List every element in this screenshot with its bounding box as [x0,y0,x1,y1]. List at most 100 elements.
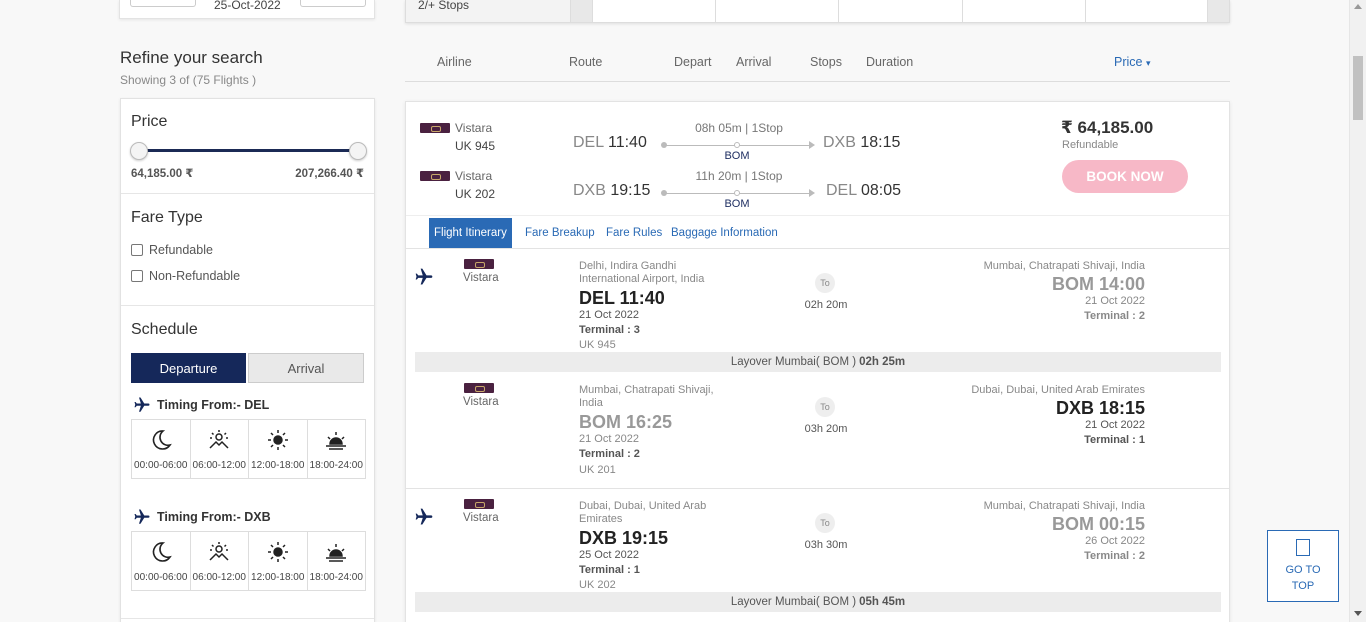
slot-morning[interactable]: 06:00-12:00 [191,532,249,590]
flight-number: UK 201 [579,464,616,476]
moon-icon [152,430,172,450]
go-to-top-button[interactable]: GO TO TOP [1267,530,1339,602]
timing-group-dxb: Timing From:- DXB [133,508,271,526]
tab-flight-itinerary[interactable]: Flight Itinerary [429,218,512,248]
price-min: 64,185.00 ₹ [131,168,194,180]
vistara-logo-icon [464,499,494,509]
slot-evening[interactable]: 18:00-24:00 [308,420,366,478]
layover-bar: Layover Mumbai( BOM ) 02h 25m [415,352,1221,372]
leg-separator [406,488,1229,489]
sort-arrival[interactable]: Arrival [736,55,771,69]
timing-group-del: Timing From:- DEL [133,396,269,414]
scroll-up-icon[interactable] [1354,4,1362,9]
tab-fare-rules[interactable]: Fare Rules [606,218,662,248]
to-time: DXB 18:15 [1055,398,1145,418]
matrix-cell[interactable] [1085,0,1209,22]
divider [121,193,374,194]
leg-duration: 02h 20m [804,299,848,311]
vertical-scrollbar[interactable] [1349,0,1366,622]
timing-slots-del: 00:00-06:00 06:00-12:00 12:00-18:00 18:0… [131,419,366,479]
sort-airline[interactable]: Airline [437,55,472,69]
matrix-cell[interactable] [715,0,838,22]
price-max: 207,266.40 ₹ [295,168,364,180]
price-slider-min-handle[interactable] [130,142,148,160]
plane-icon [415,268,433,285]
sort-price[interactable]: Price ▾ [1114,55,1151,69]
from-date: 21 Oct 2022 [579,309,639,321]
from-date: 25 Oct 2022 [579,549,639,561]
slot-afternoon[interactable]: 12:00-18:00 [249,532,308,590]
sunrise-icon [209,542,229,561]
detail-tabs: Flight Itinerary Fare Breakup Fare Rules… [406,215,1229,249]
refundable-checkbox[interactable] [131,244,143,256]
plane-icon [415,508,433,525]
moon-icon [152,542,172,562]
stop-dot [734,190,740,196]
to-terminal: Terminal : 2 [1084,550,1145,562]
sort-price-label: Price [1114,55,1143,69]
to-badge: To [815,397,835,417]
refundable-label: Refundable [149,243,213,257]
date-input-left[interactable] [130,0,196,7]
to-time: BOM 00:15 [1051,514,1145,534]
tab-baggage-information[interactable]: Baggage Information [671,218,778,248]
return-date: 25-Oct-2022 [214,0,281,12]
matrix-cell[interactable] [962,0,1085,22]
price-slider-track[interactable] [139,149,360,152]
slot-night[interactable]: 00:00-06:00 [132,420,191,478]
flight-code: UK 945 [455,139,496,153]
vistara-logo-icon [420,171,450,181]
search-form-remnant: 25-Oct-2022 [119,0,375,19]
stops-matrix-remnant: 2/+ Stops [405,0,1230,23]
slot-afternoon[interactable]: 12:00-18:00 [249,420,308,478]
arrive-city: DEL [826,182,857,199]
non-refundable-checkbox[interactable] [131,270,143,282]
depart-city: DEL [573,134,604,151]
matrix-cell[interactable] [592,0,715,22]
timing-slots-dxb: 00:00-06:00 06:00-12:00 12:00-18:00 18:0… [131,531,366,591]
from-time: BOM 16:25 [579,412,673,432]
slot-morning[interactable]: 06:00-12:00 [191,420,249,478]
from-time: DXB 19:15 [579,528,669,548]
via-airport: BOM [724,198,750,210]
divider [121,305,374,306]
to-place: Mumbai, Chatrapati Shivaji, India [983,260,1145,272]
fare-type-title: Fare Type [131,209,203,226]
tab-fare-breakup[interactable]: Fare Breakup [525,218,595,248]
sort-route[interactable]: Route [569,55,602,69]
to-date: 26 Oct 2022 [1085,535,1145,547]
slot-evening[interactable]: 18:00-24:00 [308,532,366,590]
from-time: DEL 11:40 [579,288,665,308]
price-filter-title: Price [131,113,168,130]
slot-label: 18:00-24:00 [309,572,363,583]
book-now-button[interactable]: BOOK NOW [1062,160,1188,193]
slot-label: 00:00-06:00 [134,572,188,583]
matrix-cell[interactable] [838,0,962,22]
scroll-down-icon[interactable] [1354,611,1362,616]
layover-bar: Layover Mumbai( BOM ) 05h 45m [415,592,1221,612]
stops-label: 2/+ Stops [406,0,571,22]
to-badge: To [815,273,835,293]
scroll-thumb[interactable] [1353,56,1363,120]
price-slider-max-handle[interactable] [349,142,367,160]
date-input-right[interactable] [300,0,366,7]
departure-tab[interactable]: Departure [131,353,246,383]
airline-name: Vistara [455,121,493,135]
from-place: Delhi, Indira Gandhi International Airpo… [579,260,705,285]
slot-night[interactable]: 00:00-06:00 [132,532,191,590]
vistara-logo-icon [464,259,494,269]
arrival-tab[interactable]: Arrival [248,353,364,383]
results-count: Showing 3 of (75 Flights ) [120,73,257,87]
leg-duration: 03h 20m [804,423,848,435]
sort-duration[interactable]: Duration [866,55,913,69]
refundable-option[interactable]: Refundable [131,243,213,257]
divider [121,618,374,619]
non-refundable-option[interactable]: Non-Refundable [131,269,240,283]
matrix-next[interactable] [1207,0,1229,22]
slot-label: 06:00-12:00 [192,572,246,583]
slot-label: 12:00-18:00 [251,460,305,471]
sort-stops[interactable]: Stops [810,55,842,69]
depart-clock: 11:40 [607,134,647,151]
to-place: Mumbai, Chatrapati Shivaji, India [983,500,1145,512]
sort-depart[interactable]: Depart [674,55,712,69]
